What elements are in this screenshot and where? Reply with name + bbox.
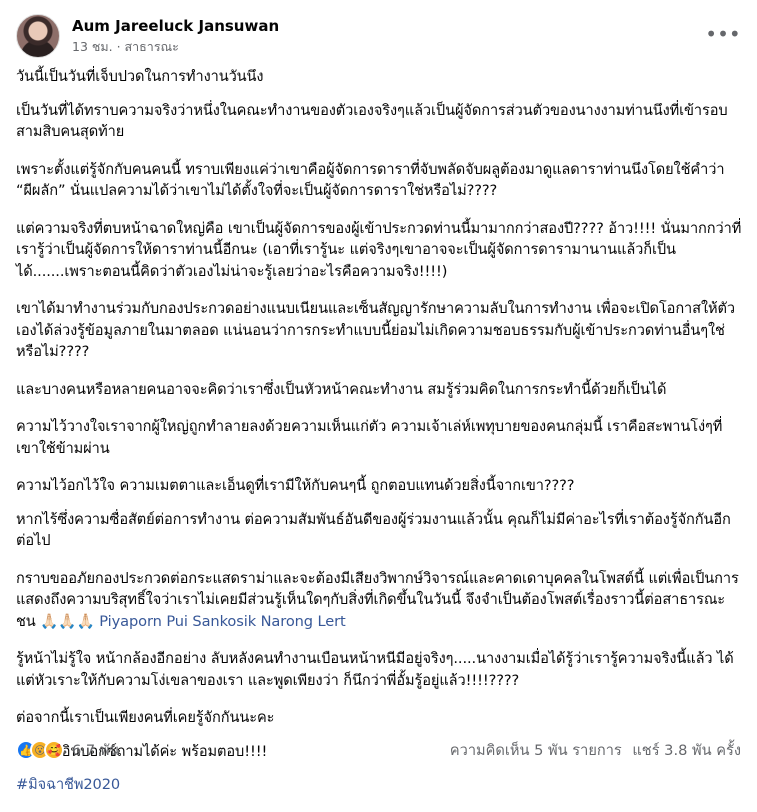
post-paragraph: ความไว้อกไว้ใจ ความเมตตาและเอ็นดูที่เราม…: [16, 477, 575, 494]
care-icon: 🥰: [44, 740, 64, 760]
facebook-post: Aum Jareeluck Jansuwan 13 ชม. · สาธารณะ …: [0, 0, 757, 793]
mention-link[interactable]: Piyaporn Pui Sankosik Narong Lert: [99, 613, 345, 630]
post-paragraph: ความไว้วางใจเราจากผู้ใหญ่ถูกทำลายลงด้วยค…: [16, 418, 723, 457]
post-paragraph: เพราะตั้งแต่รู้จักกับคนคนนี้ ทราบเพียงแค…: [16, 160, 725, 200]
post-header: Aum Jareeluck Jansuwan 13 ชม. · สาธารณะ …: [16, 12, 741, 60]
apology-paragraph: กราบขออภัยกองประกวดต่อกระแสดราม่าและจะต้…: [16, 568, 743, 633]
post-paragraph: และบางคนหรือหลายคนอาจจะคิดว่าเราซึ่งเป็น…: [16, 380, 667, 398]
post-paragraph: แต่ความจริงที่ตบหน้าฉาดใหญ่คือ เขาเป็นผู…: [16, 219, 742, 280]
post-paragraph: หากไร้ซึ่งความซื่อสัตย์ต่อการทำงาน ต่อคว…: [16, 510, 731, 550]
post-timestamp[interactable]: 13 ชม.: [72, 39, 113, 54]
reactions-summary[interactable]: 👍 😮 🥰 6.7 พัน: [16, 739, 119, 762]
ellipsis-icon: •••: [705, 22, 741, 46]
post-paragraph: วันนี้เป็นวันที่เจ็บปวดในการทำงานวันนึง: [16, 68, 264, 85]
post-footer: 👍 😮 🥰 6.7 พัน ความคิดเห็น 5 พัน รายการ แ…: [16, 735, 741, 765]
post-paragraph: ต่อจากนี้เราเป็นเพียงคนที่เคยรู้จักกันนะ…: [16, 709, 275, 726]
post-paragraph: รู้หน้าไม่รู้ใจ หน้ากล้องอีกอย่าง ลับหลั…: [16, 650, 734, 689]
shares-count-link[interactable]: แชร์ 3.8 พัน ครั้ง: [632, 742, 741, 759]
reaction-count: 6.7 พัน: [72, 741, 120, 759]
more-options-button[interactable]: •••: [705, 16, 741, 52]
audience-label: สาธารณะ: [124, 39, 179, 54]
comments-count-link[interactable]: ความคิดเห็น 5 พัน รายการ: [450, 742, 622, 759]
post-meta: Aum Jareeluck Jansuwan 13 ชม. · สาธารณะ: [72, 17, 279, 55]
hashtag-line: #มิจฉาชีพ2020: [16, 774, 743, 796]
post-subline: 13 ชม. · สาธารณะ: [72, 38, 279, 55]
meta-separator: ·: [116, 39, 121, 54]
author-name[interactable]: Aum Jareeluck Jansuwan: [72, 17, 279, 36]
hashtag-link[interactable]: #มิจฉาชีพ2020: [16, 776, 120, 793]
post-paragraph: เป็นวันที่ได้ทราบความจริงว่าหนึ่งในคณะทำ…: [16, 101, 728, 141]
post-body: วันนี้เป็นวันที่เจ็บปวดในการทำงานวันนึง …: [16, 66, 743, 812]
post-paragraph: เขาได้มาทำงานร่วมกับกองประกวดอย่างแนบเนี…: [16, 300, 735, 360]
author-avatar[interactable]: [16, 14, 60, 58]
engagement-stats: ความคิดเห็น 5 พัน รายการ แชร์ 3.8 พัน คร…: [444, 739, 741, 762]
prayer-hands-icon: 🙏🏻🙏🏻🙏🏻: [40, 612, 95, 630]
